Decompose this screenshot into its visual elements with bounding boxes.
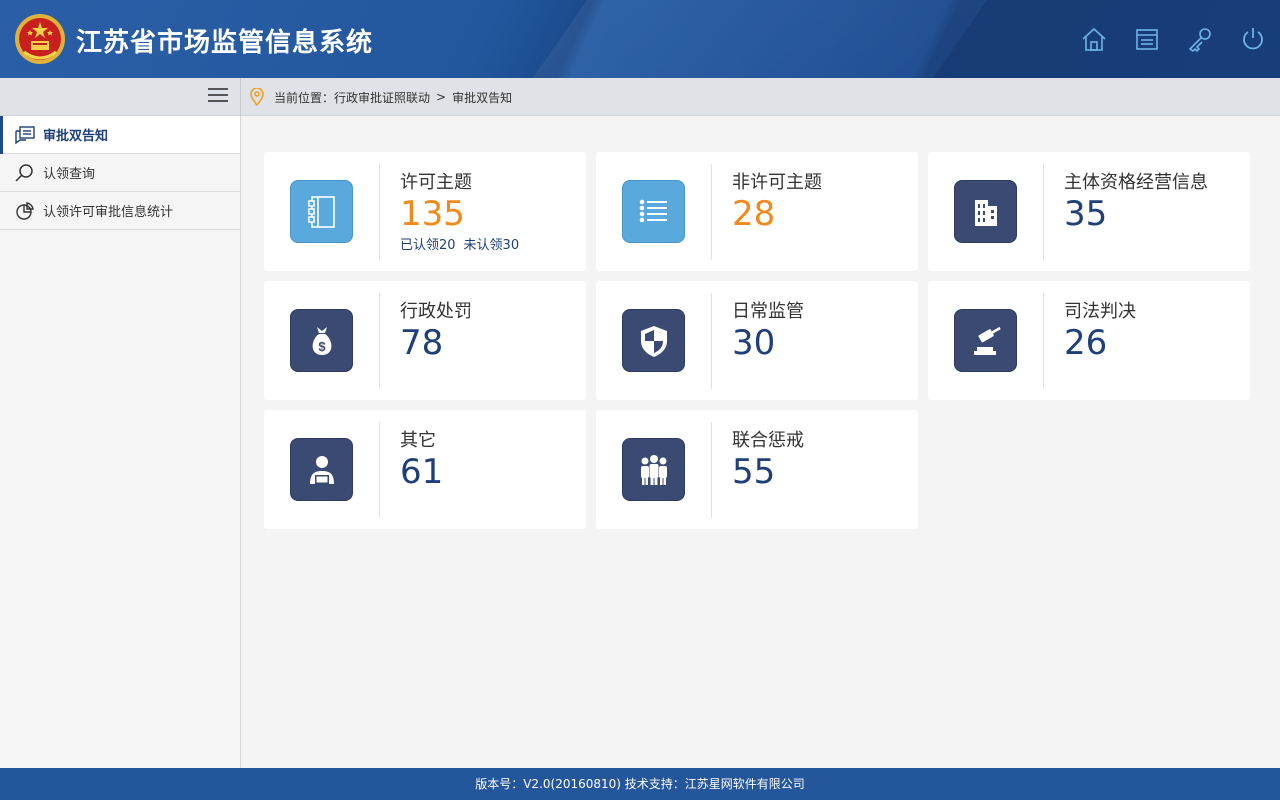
- card-divider: [1043, 164, 1044, 260]
- header-toolbar: [1054, 26, 1266, 53]
- stat-card-non-license[interactable]: 非许可主题 28: [596, 152, 918, 271]
- national-emblem-logo: [14, 12, 66, 66]
- card-value: 78: [400, 323, 444, 363]
- sidebar-item-approval-notice[interactable]: 审批双告知: [0, 116, 240, 154]
- sidebar: 审批双告知 认领查询 认领许可审批信息统计: [0, 116, 241, 768]
- document-icon: [15, 125, 35, 144]
- stat-card-license[interactable]: 许可主题 135 已认领20 未认领30: [264, 152, 586, 271]
- breadcrumb: 当前位置： 行政审批证照联动 > 审批双告知: [250, 88, 512, 106]
- window-icon[interactable]: [1134, 26, 1160, 52]
- stat-card-others[interactable]: 其它 61: [264, 410, 586, 529]
- footer: 版本号：V2.0(20160810) 技术支持：江苏星网软件有限公司: [0, 768, 1280, 800]
- stat-card-daily-supervision[interactable]: 日常监管 30: [596, 281, 918, 400]
- card-label: 司法判决: [1064, 301, 1136, 322]
- unclaimed-count[interactable]: 未认领30: [464, 238, 520, 253]
- card-label: 许可主题: [400, 172, 472, 193]
- app-header: 江苏省市场监管信息系统: [0, 0, 1280, 78]
- group-icon: [622, 438, 685, 501]
- card-value: 55: [732, 452, 776, 492]
- card-value: 28: [732, 194, 776, 234]
- building-icon: [954, 180, 1017, 243]
- footer-text: 版本号：V2.0(20160810) 技术支持：江苏星网软件有限公司: [475, 777, 805, 791]
- stat-card-joint-punishment[interactable]: 联合惩戒 55: [596, 410, 918, 529]
- gavel-icon: [954, 309, 1017, 372]
- card-label: 非许可主题: [732, 172, 822, 193]
- card-divider: [711, 293, 712, 389]
- sidebar-item-claim-query[interactable]: 认领查询: [0, 154, 240, 192]
- breadcrumb-item[interactable]: 行政审批证照联动: [334, 89, 430, 106]
- sidebar-item-label: 认领许可审批信息统计: [43, 205, 174, 220]
- location-pin-icon: [250, 88, 264, 106]
- sidebar-item-statistics[interactable]: 认领许可审批信息统计: [0, 192, 240, 230]
- menu-toggle-icon[interactable]: [208, 88, 228, 106]
- card-divider: [711, 164, 712, 260]
- card-divider: [379, 422, 380, 518]
- card-value: 30: [732, 323, 776, 363]
- person-icon: [290, 438, 353, 501]
- card-divider: [379, 164, 380, 260]
- card-label: 行政处罚: [400, 301, 472, 322]
- money-bag-icon: $: [290, 309, 353, 372]
- breadcrumb-separator: >: [436, 90, 447, 104]
- card-value: 135: [400, 194, 465, 234]
- shield-icon: [622, 309, 685, 372]
- search-icon: [15, 163, 33, 182]
- stat-card-judicial-ruling[interactable]: 司法判决 26: [928, 281, 1250, 400]
- card-value: 61: [400, 452, 444, 492]
- app-title: 江苏省市场监管信息系统: [76, 28, 374, 58]
- card-sub-info: 已认领20 未认领30: [400, 234, 519, 253]
- breadcrumb-current: 审批双告知: [452, 90, 513, 105]
- breadcrumb-bar: 当前位置： 行政审批证照联动 > 审批双告知: [0, 78, 1280, 116]
- home-icon[interactable]: [1081, 26, 1107, 52]
- stat-card-admin-penalty[interactable]: $ 行政处罚 78: [264, 281, 586, 400]
- pie-chart-icon: [16, 201, 34, 220]
- breadcrumb-prefix: 当前位置：: [274, 90, 335, 105]
- header-decoration: [532, 0, 1008, 78]
- document-list-icon: [290, 180, 353, 243]
- card-divider: [711, 422, 712, 518]
- sidebar-item-label: 审批双告知: [43, 129, 109, 144]
- key-icon[interactable]: [1187, 26, 1213, 53]
- card-divider: [379, 293, 380, 389]
- power-icon[interactable]: [1240, 26, 1266, 52]
- divider: [240, 78, 241, 116]
- svg-text:$: $: [318, 339, 326, 354]
- list-icon: [622, 180, 685, 243]
- card-divider: [1043, 293, 1044, 389]
- card-label: 联合惩戒: [732, 430, 804, 451]
- card-label: 日常监管: [732, 301, 804, 322]
- claimed-count[interactable]: 已认领20: [400, 238, 456, 253]
- card-value: 26: [1064, 323, 1108, 363]
- card-label: 其它: [400, 430, 436, 451]
- card-value: 35: [1064, 194, 1108, 234]
- sidebar-item-label: 认领查询: [43, 167, 96, 182]
- stat-card-entity-qualification[interactable]: 主体资格经营信息 35: [928, 152, 1250, 271]
- card-label: 主体资格经营信息: [1064, 172, 1208, 193]
